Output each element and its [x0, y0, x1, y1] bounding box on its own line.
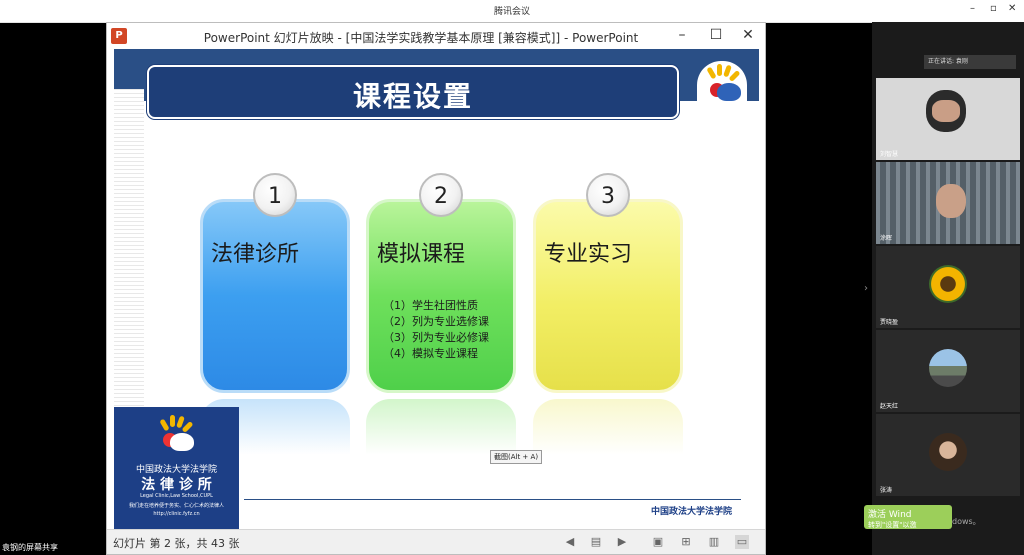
slide-title-box: 课程设置: [147, 65, 679, 119]
sunflower-avatar: [929, 265, 967, 303]
footer-divider: [244, 499, 741, 500]
slide-title: 课程设置: [352, 80, 473, 113]
participant-name: 刘智慧: [880, 151, 899, 158]
participant-video: [936, 184, 966, 218]
logo-clinic-name: 法 律 诊 所: [141, 477, 212, 493]
slide-stripes: [114, 89, 144, 409]
ppt-title-bar: P PowerPoint 幻灯片放映 - [中国法学实践教学基本原理 [兼容模式…: [107, 23, 765, 49]
minimize-icon[interactable]: –: [970, 3, 975, 14]
card-title: 法律诊所: [211, 242, 300, 267]
slide-menu-icon[interactable]: ▤: [589, 535, 603, 549]
slideshow-icon[interactable]: ▭: [735, 535, 749, 549]
card-internship: 专业实习: [533, 199, 683, 393]
participant-tile[interactable]: 涂晖: [876, 162, 1020, 244]
card-2-reflection: [366, 399, 516, 455]
footer-text: 中国政法大学法学院: [651, 507, 733, 517]
card-legal-clinic: 法律诊所: [200, 199, 350, 393]
normal-view-icon[interactable]: ▣: [651, 535, 665, 549]
ppt-window-title: PowerPoint 幻灯片放映 - [中国法学实践教学基本原理 [兼容模式]]…: [203, 31, 639, 45]
restore-icon[interactable]: ▫: [990, 3, 997, 14]
close-icon[interactable]: ✕: [1008, 3, 1016, 14]
logo-slogan: 我们走在培养便于务实、仁心仁术的法律人: [128, 503, 224, 509]
reading-view-icon[interactable]: ▥: [707, 535, 721, 549]
participant-name: 贾晓盈: [880, 319, 899, 326]
ppt-status-bar: 幻灯片 第 2 张，共 43 张 ◀ ▤ ▶ ▣ ⊞ ▥ ▭: [107, 529, 765, 554]
card-number-badge: 3: [586, 173, 630, 217]
next-icon[interactable]: ▶: [615, 535, 629, 549]
previous-icon[interactable]: ◀: [563, 535, 577, 549]
slide-sorter-icon[interactable]: ⊞: [679, 535, 693, 549]
slide: 课程设置 法律诊所 模拟课程 （1）学生社团性质 （2）列为专业选修课 （3）列…: [114, 49, 759, 530]
powerpoint-logo-icon: P: [111, 28, 127, 44]
watermark-line1: 激活 Wind: [868, 510, 912, 520]
participant-name: 张涛: [880, 487, 893, 494]
slide-counter: 幻灯片 第 2 张，共 43 张: [113, 537, 240, 550]
participant-tile[interactable]: 张涛: [876, 414, 1020, 496]
participant-tile[interactable]: 贾晓盈: [876, 246, 1020, 328]
portrait-avatar: [929, 433, 967, 471]
list-item: （1）学生社团性质: [383, 299, 478, 312]
logo-english-name: Legal Clinic,Law School,CUPL: [140, 493, 213, 499]
screen-share-label: 袁钢的屏幕共享: [2, 543, 58, 552]
speaking-indicator: 正在讲话: 袁刚: [924, 55, 1016, 69]
powerpoint-window: P PowerPoint 幻灯片放映 - [中国法学实践教学基本原理 [兼容模式…: [106, 22, 766, 555]
clinic-logo-icon: [697, 61, 747, 109]
list-item: （3）列为专业必修课: [383, 331, 489, 344]
logo-url: http://clinic.fyfz.cn: [153, 511, 200, 517]
list-item: （2）列为专业选修课: [383, 315, 489, 328]
ppt-minimize-button[interactable]: –: [673, 27, 691, 43]
participant-name: 涂晖: [880, 235, 893, 242]
card-number-badge: 1: [253, 173, 297, 217]
card-list: （1）学生社团性质 （2）列为专业选修课 （3）列为专业必修课 （4）模拟专业课…: [383, 298, 489, 362]
clinic-logo-block: 中国政法大学法学院 法 律 诊 所 Legal Clinic,Law Schoo…: [114, 407, 239, 530]
card-title: 专业实习: [544, 242, 633, 267]
landscape-avatar: [929, 349, 967, 387]
clinic-hand-logo-icon: [158, 415, 198, 453]
screenshot-tooltip: 截图(Alt + A): [490, 450, 543, 464]
windows-activation-watermark: 激活 Wind 转到"设置"以激: [864, 505, 952, 529]
watermark-line2: 转到"设置"以激: [868, 521, 917, 529]
meeting-title-bar: 腾讯会议 – ▫ ✕: [0, 0, 1024, 23]
participants-panel: 正在讲话: 袁刚 刘智慧 涂晖 贾晓盈 赵天红 张涛: [872, 22, 1024, 555]
list-item: （4）模拟专业课程: [383, 347, 478, 360]
card-mock-course: 模拟课程 （1）学生社团性质 （2）列为专业选修课 （3）列为专业必修课 （4）…: [366, 199, 516, 393]
meeting-app-title: 腾讯会议: [493, 7, 530, 17]
participant-name: 赵天红: [880, 403, 899, 410]
collapse-panel-icon[interactable]: ›: [864, 283, 868, 294]
card-number-badge: 2: [419, 173, 463, 217]
participant-tile[interactable]: 赵天红: [876, 330, 1020, 412]
participant-tile[interactable]: 刘智慧: [876, 78, 1020, 160]
card-title: 模拟课程: [377, 242, 466, 267]
ppt-maximize-button[interactable]: ☐: [707, 27, 725, 43]
ppt-close-button[interactable]: ✕: [739, 27, 757, 43]
card-3-reflection: [533, 399, 683, 455]
watermark-tail: dows。: [952, 517, 981, 526]
